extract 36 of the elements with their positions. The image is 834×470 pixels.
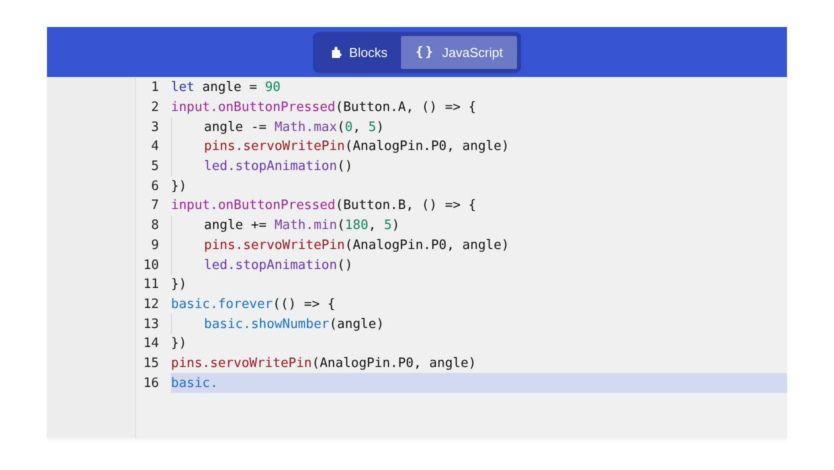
code-editor[interactable]: [47, 77, 787, 438]
code-line: led.stopAnimation(): [204, 159, 353, 174]
code-line: pins.servoWritePin(AnalogPin.P0, angle): [204, 238, 510, 253]
code-line: input.onButtonPressed(Button.B, () => {: [171, 198, 476, 214]
line-number: 1: [150, 80, 159, 96]
blocks-tab[interactable]: Blocks: [317, 36, 402, 68]
line-number: 10: [142, 258, 159, 273]
code-line: pins.servoWritePin(AnalogPin.P0, angle): [171, 356, 476, 371]
line-number: 9: [150, 238, 159, 253]
code-line: pins.servoWritePin(AnalogPin.P0, angle): [204, 139, 510, 154]
line-number: 4: [150, 139, 159, 154]
line-number: 13: [142, 316, 159, 332]
line-number: 5: [150, 159, 159, 174]
line-number: 16: [142, 376, 159, 391]
javascript-tab[interactable]: {} JavaScript: [401, 36, 517, 68]
code-line: basic.showNumber(angle): [204, 316, 384, 332]
line-number: 3: [150, 120, 159, 135]
code-line: }): [171, 336, 187, 352]
line-number: 15: [142, 356, 159, 371]
code-line: let angle = 90: [171, 80, 281, 96]
line-number: 2: [150, 100, 159, 116]
puzzle-icon: [331, 46, 342, 58]
line-number: 14: [142, 336, 159, 352]
code-line: led.stopAnimation(): [204, 258, 353, 273]
code-line: basic.: [171, 376, 218, 391]
line-number: 7: [150, 198, 159, 214]
code-line: angle -= Math.max(0, 5): [204, 120, 384, 135]
code-line: angle += Math.min(180, 5): [204, 218, 400, 234]
line-number: 8: [150, 218, 159, 234]
code-line: }): [171, 277, 187, 292]
code-line: }): [171, 178, 187, 194]
line-number: 6: [150, 178, 159, 194]
code-line: input.onButtonPressed(Button.A, () => {: [171, 100, 476, 116]
line-number: 11: [142, 277, 159, 292]
line-number: 12: [142, 296, 159, 312]
code-line: basic.forever(() => {: [171, 296, 336, 312]
